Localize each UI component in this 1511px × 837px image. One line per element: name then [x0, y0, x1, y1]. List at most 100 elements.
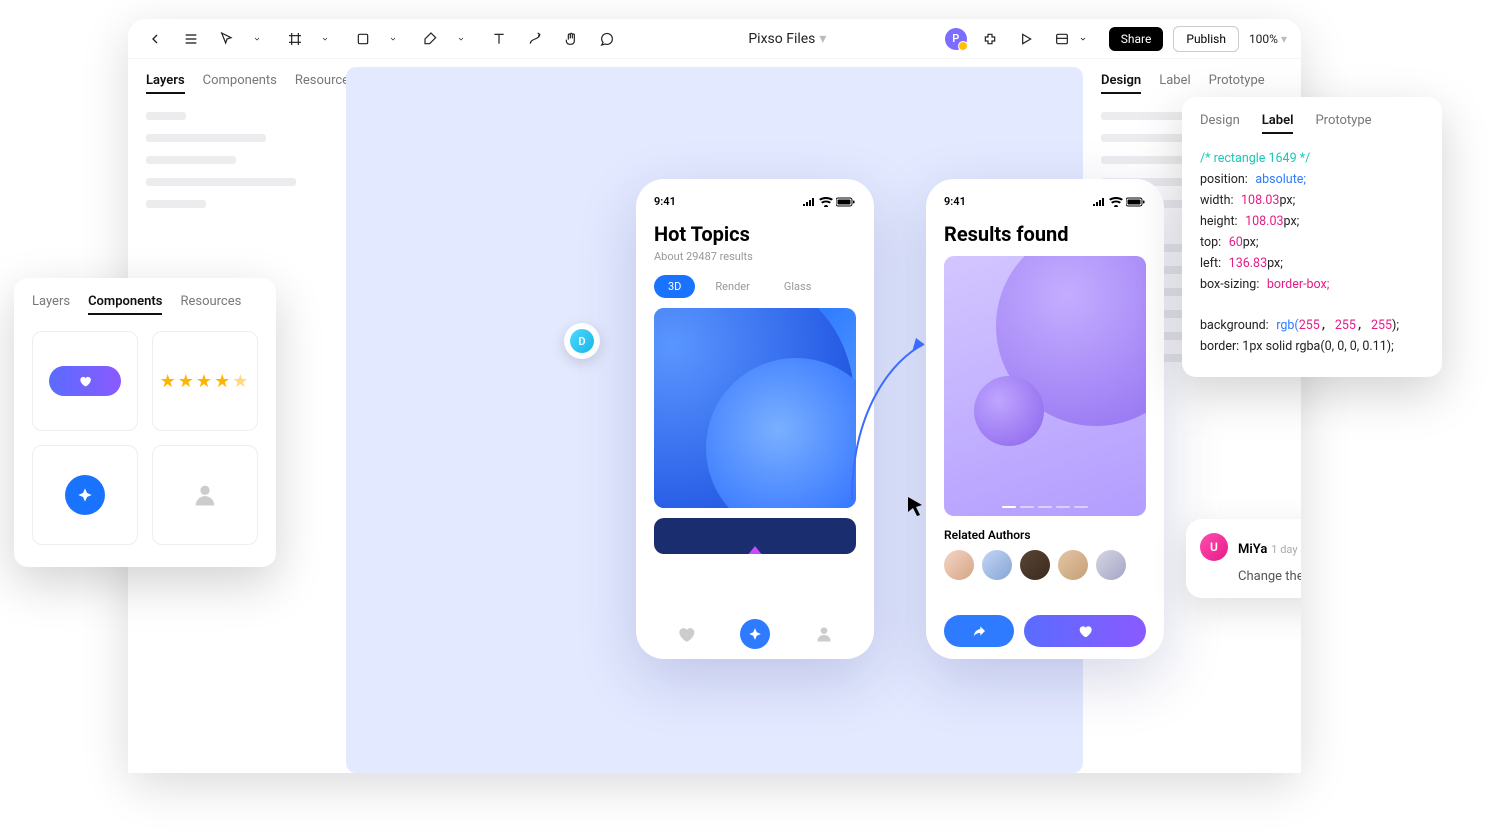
menu-icon[interactable]: [178, 26, 204, 52]
chevron-down-icon[interactable]: [380, 26, 406, 52]
chevron-down-icon[interactable]: [1079, 35, 1087, 43]
cursor-icon: [906, 495, 926, 517]
compass-icon: [65, 475, 105, 515]
component-compass[interactable]: [32, 445, 138, 545]
shape-icon[interactable]: [350, 26, 376, 52]
status-bar: 9:41: [654, 195, 856, 208]
pen-icon[interactable]: [418, 26, 444, 52]
status-time: 9:41: [654, 195, 676, 208]
selected-image[interactable]: [654, 308, 856, 508]
comment-card[interactable]: U MiYa 1 day ago Change the photo.: [1186, 519, 1301, 598]
selection-outline: [654, 308, 856, 508]
artboard-hot-topics[interactable]: 9:41 Hot Topics About 29487 results 3D R…: [636, 179, 874, 659]
component-stars[interactable]: ★★★★★: [152, 331, 258, 431]
body: Layers Components Resources D P 9:41: [128, 59, 1301, 773]
image-strip[interactable]: [654, 518, 856, 554]
comment-icon[interactable]: [594, 26, 620, 52]
carousel-dots[interactable]: [1002, 506, 1088, 508]
resize-handle[interactable]: [853, 505, 856, 508]
tab-glass[interactable]: Glass: [770, 275, 826, 298]
app-window: Pixso Files▾ P Share Publish 100%▾ Layer…: [128, 19, 1301, 773]
phone-heading: Hot Topics: [654, 222, 856, 246]
component-user[interactable]: [152, 445, 258, 545]
author-avatar[interactable]: [1020, 550, 1050, 580]
user-icon[interactable]: [814, 624, 834, 644]
popup-tabs: Layers Components Resources: [32, 294, 258, 315]
chevron-down-icon[interactable]: [312, 26, 338, 52]
heart-icon[interactable]: [676, 624, 696, 644]
resize-handle[interactable]: [654, 308, 657, 311]
publish-button[interactable]: Publish: [1173, 26, 1239, 52]
comment-text: Change the photo.: [1238, 569, 1301, 584]
phone-subtitle: About 29487 results: [654, 250, 856, 263]
file-title[interactable]: Pixso Files▾: [630, 31, 945, 47]
author-avatar[interactable]: [1096, 550, 1126, 580]
collaborator-badge-d[interactable]: D: [564, 323, 600, 359]
placeholder-line: [146, 112, 186, 120]
components-popup[interactable]: Layers Components Resources ★★★★★: [14, 278, 276, 567]
canvas[interactable]: D P 9:41 Hot Topics About 29487 results …: [346, 67, 1083, 773]
placeholder-line: [146, 200, 206, 208]
tab-layers[interactable]: Layers: [32, 294, 70, 315]
text-icon[interactable]: [486, 26, 512, 52]
user-avatar[interactable]: P: [945, 28, 967, 50]
tab-layers[interactable]: Layers: [146, 73, 185, 94]
tab-prototype[interactable]: Prototype: [1315, 113, 1371, 134]
author-avatar[interactable]: [982, 550, 1012, 580]
share-button[interactable]: [944, 615, 1014, 647]
author-avatar[interactable]: [1058, 550, 1088, 580]
zoom-control[interactable]: 100%▾: [1249, 32, 1287, 46]
tab-render[interactable]: Render: [701, 275, 763, 298]
pointer-icon[interactable]: [214, 26, 240, 52]
tab-label[interactable]: Label: [1262, 113, 1294, 134]
author-avatar[interactable]: [944, 550, 974, 580]
connector-icon[interactable]: [522, 26, 548, 52]
left-panel-tabs: Layers Components Resources: [146, 73, 328, 94]
back-icon[interactable]: [142, 26, 168, 52]
star-icon: ★★★★★: [160, 371, 251, 392]
right-panel-tabs: Design Label Prototype: [1101, 73, 1283, 94]
comment-author: MiYa: [1238, 542, 1267, 557]
resize-handle[interactable]: [654, 505, 657, 508]
hero-image[interactable]: [944, 256, 1146, 516]
user-icon: [191, 481, 219, 509]
tab-label[interactable]: Label: [1159, 73, 1190, 94]
related-heading: Related Authors: [944, 528, 1146, 542]
code-popup-tabs: Design Label Prototype: [1200, 113, 1424, 134]
tab-resources[interactable]: Resources: [180, 294, 241, 315]
resize-handle[interactable]: [853, 308, 856, 311]
component-heart-chip[interactable]: [32, 331, 138, 431]
placeholder-line: [146, 156, 236, 164]
artboard-results[interactable]: 9:41 Results found Related Authors: [926, 179, 1164, 659]
comment-avatar: U: [1200, 533, 1228, 561]
status-bar: 9:41: [944, 195, 1146, 208]
tab-components[interactable]: Components: [203, 73, 277, 94]
css-code[interactable]: /* rectangle 1649 */ position: absolute;…: [1200, 148, 1424, 357]
bottom-nav: [654, 619, 856, 649]
frame-icon[interactable]: [282, 26, 308, 52]
plugin-icon[interactable]: [977, 26, 1003, 52]
play-icon[interactable]: [1013, 26, 1039, 52]
tab-design[interactable]: Design: [1200, 113, 1240, 134]
panel-icon[interactable]: [1049, 26, 1075, 52]
hand-icon[interactable]: [558, 26, 584, 52]
tab-3d[interactable]: 3D: [654, 275, 695, 298]
like-button[interactable]: [1024, 615, 1146, 647]
filter-tabs: 3D Render Glass: [654, 275, 856, 298]
placeholder-line: [146, 178, 296, 186]
tab-prototype[interactable]: Prototype: [1209, 73, 1265, 94]
code-inspector-popup[interactable]: Design Label Prototype /* rectangle 1649…: [1182, 97, 1442, 377]
chevron-down-icon[interactable]: [448, 26, 474, 52]
authors-row: [944, 550, 1146, 580]
phone-heading: Results found: [944, 222, 1146, 246]
placeholder-line: [146, 134, 266, 142]
placeholder-line: [1101, 156, 1191, 164]
tab-components[interactable]: Components: [88, 294, 162, 315]
tab-design[interactable]: Design: [1101, 73, 1141, 94]
comment-time: 1 day ago: [1271, 543, 1301, 556]
explore-icon[interactable]: [740, 619, 770, 649]
chevron-down-icon[interactable]: [244, 26, 270, 52]
share-button[interactable]: Share: [1109, 27, 1164, 51]
status-time: 9:41: [944, 195, 966, 208]
action-row: [944, 615, 1146, 647]
